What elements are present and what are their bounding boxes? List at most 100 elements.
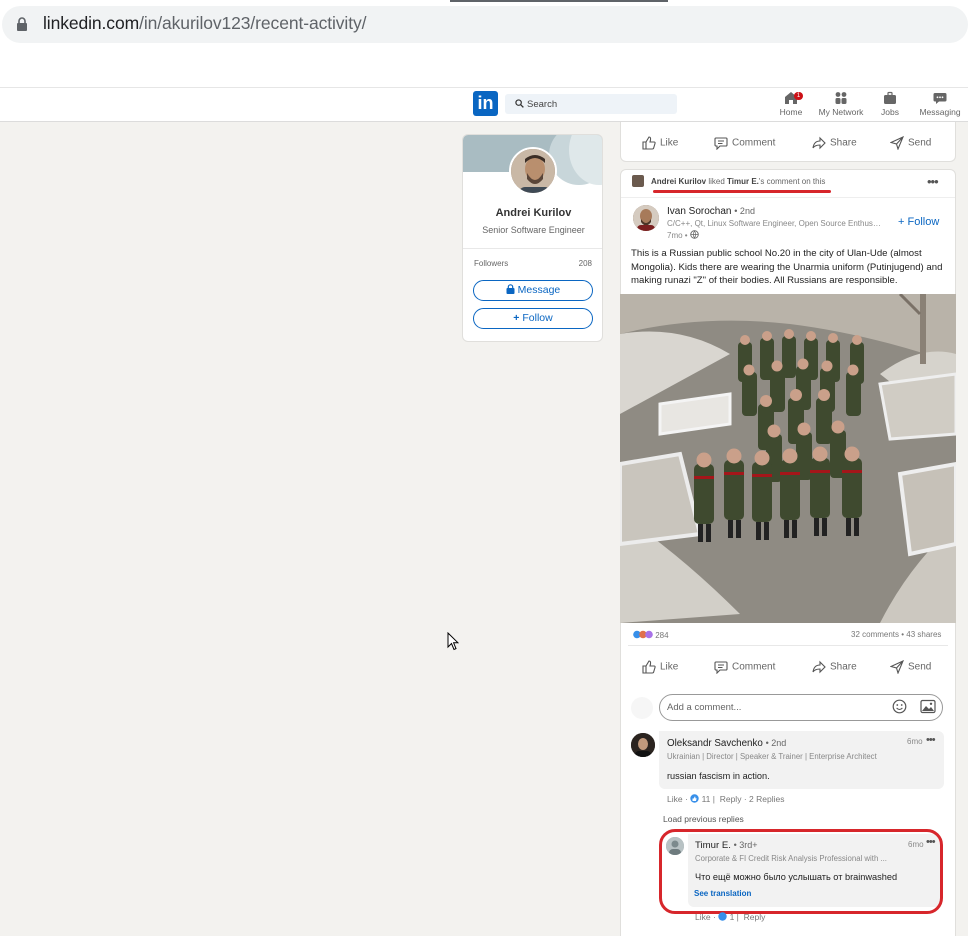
separator: · — [684, 794, 688, 804]
profile-avatar[interactable] — [509, 147, 557, 195]
reactions-count[interactable]: 284 — [633, 630, 669, 640]
mouse-cursor-icon — [447, 632, 459, 651]
comment-like-button[interactable]: Like — [667, 794, 683, 804]
nav-my-network-label: My Network — [818, 107, 864, 117]
plus-icon: + — [513, 312, 520, 324]
network-icon — [835, 92, 847, 104]
reply-like-button[interactable]: Like — [695, 912, 711, 922]
comments-shares-count[interactable]: 32 comments • 43 shares — [851, 630, 941, 639]
followers-count: 208 — [578, 259, 592, 268]
share-icon — [812, 136, 826, 150]
share-button[interactable]: Share — [812, 136, 857, 150]
share-label: Share — [830, 137, 857, 149]
message-button[interactable]: Message — [473, 280, 593, 301]
liked-context: Andrei Kurilov liked Timur E.'s comment … — [651, 177, 825, 186]
nav-messaging[interactable]: Messaging — [912, 91, 968, 119]
emoji-icon[interactable] — [892, 699, 907, 714]
like-button[interactable]: Like — [642, 660, 678, 674]
divider — [628, 645, 948, 646]
nav-jobs-label: Jobs — [881, 107, 899, 117]
bookmarks-bar — [0, 50, 968, 88]
message-button-label: Message — [517, 284, 561, 296]
profile-card: Andrei Kurilov Senior Software Engineer … — [462, 134, 603, 342]
comment-text: russian fascism in action. — [667, 771, 770, 781]
post-text: This is a Russian public school No.20 in… — [631, 248, 943, 286]
author-name[interactable]: Ivan Sorochan • 2nd — [667, 206, 755, 217]
divider — [463, 248, 602, 249]
nav-messaging-label: Messaging — [919, 107, 961, 117]
post-time: 7mo • — [667, 230, 699, 240]
share-label: Share — [830, 661, 857, 673]
like-label: Like — [660, 661, 679, 673]
comment-replies-link[interactable]: 2 Replies — [749, 794, 784, 804]
reply-like-count[interactable]: 1 — [730, 912, 735, 922]
post-time-text: 7mo • — [667, 231, 688, 240]
comment-label: Comment — [732, 137, 776, 149]
linkedin-logo[interactable]: in — [473, 91, 498, 116]
url-host: linkedin.com — [43, 13, 140, 33]
divider — [621, 197, 955, 198]
url-text[interactable]: linkedin.com/in/akurilov123/recent-activ… — [43, 13, 367, 34]
load-previous-replies[interactable]: Load previous replies — [663, 814, 744, 824]
reactions-icon — [633, 630, 653, 639]
commenter-degree: • 2nd — [765, 738, 787, 748]
previous-post-actions: Like Comment Share Send — [620, 130, 956, 160]
globe-icon — [690, 230, 699, 239]
highlight-box — [659, 829, 943, 914]
liked-suffix: 's comment on this — [758, 177, 826, 186]
nav-jobs[interactable]: Jobs — [862, 91, 918, 119]
separator: · — [712, 912, 716, 922]
comment-icon — [714, 137, 728, 151]
liker-avatar[interactable] — [632, 175, 644, 187]
more-options-icon[interactable]: ••• — [926, 734, 936, 746]
comment-button[interactable]: Comment — [714, 136, 776, 151]
follow-author-button[interactable]: + Follow — [898, 216, 939, 228]
thumbs-up-icon — [642, 136, 656, 150]
nav-my-network[interactable]: My Network — [813, 91, 869, 119]
comment-label: Comment — [732, 661, 776, 673]
follow-button-label: Follow — [522, 312, 553, 324]
author-avatar[interactable] — [633, 205, 659, 231]
liked-target-name[interactable]: Timur E. — [727, 177, 759, 186]
follow-button[interactable]: + Follow — [473, 308, 593, 329]
liker-name[interactable]: Andrei Kurilov — [651, 177, 706, 186]
send-label: Send — [908, 661, 932, 673]
search-placeholder: Search — [527, 99, 558, 110]
commenter-name[interactable]: Oleksandr Savchenko • 2nd — [667, 738, 786, 749]
share-button[interactable]: Share — [812, 660, 857, 674]
comment-button[interactable]: Comment — [714, 660, 776, 675]
briefcase-icon — [884, 91, 896, 104]
followers-label: Followers — [474, 259, 509, 268]
lock-icon[interactable] — [16, 17, 28, 31]
tab-indicator — [450, 0, 668, 2]
send-icon — [889, 135, 905, 151]
send-button[interactable]: Send — [889, 135, 932, 151]
profile-name[interactable]: Andrei Kurilov — [463, 207, 602, 219]
like-reaction-icon — [690, 794, 699, 803]
comment-time: 6mo — [907, 737, 923, 746]
send-label: Send — [908, 137, 932, 149]
notification-badge: 1 — [794, 92, 803, 100]
commenter-avatar[interactable] — [631, 733, 655, 757]
comment-reply-button[interactable]: Reply — [720, 794, 742, 804]
post-image[interactable] — [620, 294, 956, 623]
image-icon[interactable] — [920, 699, 936, 714]
nav-home[interactable]: Home — [763, 91, 819, 119]
liked-verb: liked — [708, 177, 725, 186]
like-button[interactable]: Like — [642, 136, 678, 150]
more-options-icon[interactable]: ••• — [927, 174, 939, 189]
nav-home-label: Home — [779, 107, 803, 117]
lock-icon — [506, 284, 515, 294]
comment-actions: Like · 11 | Reply · 2 Replies — [667, 794, 784, 804]
comment-like-count[interactable]: 11 — [702, 794, 711, 804]
url-path: /in/akurilov123/recent-activity/ — [139, 13, 367, 33]
send-icon — [889, 659, 905, 675]
author-name-text: Ivan Sorochan — [667, 206, 732, 217]
reply-reply-button[interactable]: Reply — [744, 912, 766, 922]
thumbs-up-icon — [642, 660, 656, 674]
messaging-icon — [933, 93, 947, 104]
send-button[interactable]: Send — [889, 659, 932, 675]
like-label: Like — [660, 137, 679, 149]
highlight-underline — [653, 190, 831, 193]
comment-icon — [714, 661, 728, 675]
